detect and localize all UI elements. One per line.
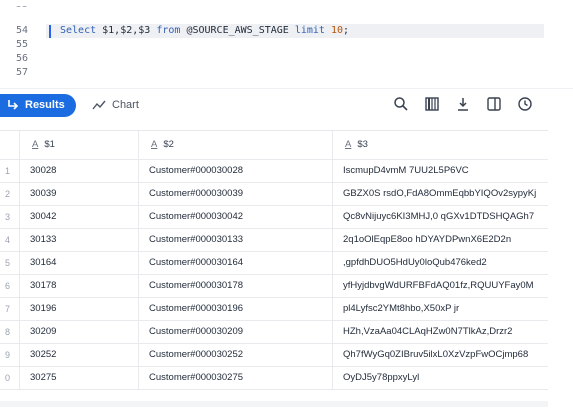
row-index-header <box>0 131 20 159</box>
grid-header-row: A $1 A $2 A $3 <box>0 131 548 160</box>
row-index: 7 <box>0 298 20 320</box>
column-name: $1 <box>44 139 55 150</box>
line-number: 56 <box>15 53 28 64</box>
column-name: $3 <box>357 139 368 150</box>
table-cell[interactable]: Customer#000030039 <box>139 183 333 205</box>
table-cell[interactable]: IscmupD4vmM 7UU2L5P6VC <box>333 160 548 182</box>
sql-editor[interactable]: 55 54 Select $1,$2,$3 from @SOURCE_AWS_S… <box>0 0 573 88</box>
table-cell[interactable]: GBZX0S rsdO,FdA8OmmEqbbYIQOv2sypyKj <box>333 183 548 205</box>
download-icon[interactable] <box>455 96 471 112</box>
tab-results-label: Results <box>25 99 65 111</box>
line-number: 55 <box>15 39 28 50</box>
table-cell[interactable]: HZh,VzaAa04CLAqHZw0N7TlkAz,Drzr2 <box>333 321 548 343</box>
table-row[interactable]: 8 30209 Customer#000030209 HZh,VzaAa04CL… <box>0 321 548 344</box>
table-cell[interactable]: 30196 <box>20 298 139 320</box>
editor-line: 55 <box>0 6 573 12</box>
tab-chart-label: Chart <box>112 99 139 111</box>
column-header-1[interactable]: A $1 <box>20 131 139 159</box>
table-cell[interactable]: Customer#000030178 <box>139 275 333 297</box>
row-index: 2 <box>0 183 20 205</box>
table-cell[interactable]: yfHyjdbvgWdURFBFdAQ01fz,RQUUYFay0M <box>333 275 548 297</box>
active-line-highlight[interactable]: Select $1,$2,$3 from @SOURCE_AWS_STAGE l… <box>46 24 544 38</box>
table-cell[interactable]: Customer#000030196 <box>139 298 333 320</box>
columns-icon[interactable] <box>424 96 440 112</box>
editor-line[interactable]: 57 <box>0 66 573 80</box>
code-end: ; <box>343 25 350 36</box>
chart-line-icon <box>92 100 106 110</box>
row-index: 3 <box>0 206 20 228</box>
code-text[interactable]: Select $1,$2,$3 from @SOURCE_AWS_STAGE l… <box>60 24 349 38</box>
table-cell[interactable]: OyDJ5y78ppxyLyl <box>333 367 548 389</box>
table-row[interactable]: 7 30196 Customer#000030196 pl4Lyfsc2YMt8… <box>0 298 548 321</box>
editor-line[interactable]: 56 <box>0 52 573 66</box>
row-index: 9 <box>0 344 20 366</box>
keyword-from: from <box>156 25 181 36</box>
table-cell[interactable]: 30042 <box>20 206 139 228</box>
table-cell[interactable]: Customer#000030042 <box>139 206 333 228</box>
search-icon[interactable] <box>393 96 409 112</box>
line-number: 57 <box>15 67 28 78</box>
code-stage: @SOURCE_AWS_STAGE <box>180 25 295 36</box>
split-view-icon[interactable] <box>486 96 502 112</box>
table-cell[interactable]: 30164 <box>20 252 139 274</box>
row-index: 4 <box>0 229 20 251</box>
table-cell[interactable]: pl4Lyfsc2YMt8hbo,X50xP jr <box>333 298 548 320</box>
text-cursor <box>49 25 51 38</box>
text-type-icon: A <box>345 139 352 150</box>
table-row[interactable]: 9 30252 Customer#000030252 Qh7fWyGq0ZIBr… <box>0 344 548 367</box>
table-cell[interactable]: ,gpfdhDUO5HdUy0loQub476ked2 <box>333 252 548 274</box>
table-cell[interactable]: 2q1oOlEqpE8oo hDYAYDPwnX6E2D2n <box>333 229 548 251</box>
table-row[interactable]: 5 30164 Customer#000030164 ,gpfdhDUO5HdU… <box>0 252 548 275</box>
history-icon[interactable] <box>517 96 533 112</box>
row-index: 0 <box>0 367 20 389</box>
code-columns: $1,$2,$3 <box>96 25 157 36</box>
table-row[interactable]: 4 30133 Customer#000030133 2q1oOlEqpE8oo… <box>0 229 548 252</box>
table-row[interactable]: 0 30275 Customer#000030275 OyDJ5y78ppxyL… <box>0 367 548 390</box>
table-cell[interactable]: 30209 <box>20 321 139 343</box>
tab-chart[interactable]: Chart <box>92 94 152 117</box>
line-number: 54 <box>15 25 28 36</box>
table-row[interactable]: 3 30042 Customer#000030042 Qc8vNijuyc6KI… <box>0 206 548 229</box>
table-cell[interactable]: 30275 <box>20 367 139 389</box>
keyword-select: Select <box>60 25 97 36</box>
editor-line[interactable]: 55 <box>0 38 573 52</box>
table-cell[interactable]: Customer#000030209 <box>139 321 333 343</box>
table-cell[interactable]: 30178 <box>20 275 139 297</box>
table-cell[interactable]: Qh7fWyGq0ZIBruv5ilxL0XzVzpFwOCjmp68 <box>333 344 548 366</box>
column-header-2[interactable]: A $2 <box>139 131 333 159</box>
table-row[interactable]: 6 30178 Customer#000030178 yfHyjdbvgWdUR… <box>0 275 548 298</box>
table-cell[interactable]: 30133 <box>20 229 139 251</box>
text-type-icon: A <box>151 139 158 150</box>
table-cell[interactable]: Customer#000030275 <box>139 367 333 389</box>
column-name: $2 <box>163 139 174 150</box>
text-type-icon: A <box>32 139 39 150</box>
table-cell[interactable]: Customer#000030133 <box>139 229 333 251</box>
tab-results[interactable]: Results <box>0 94 76 117</box>
table-cell[interactable]: Customer#000030164 <box>139 252 333 274</box>
table-cell[interactable]: 30028 <box>20 160 139 182</box>
table-cell[interactable]: Customer#000030252 <box>139 344 333 366</box>
row-index: 6 <box>0 275 20 297</box>
table-row[interactable]: 2 30039 Customer#000030039 GBZX0S rsdO,F… <box>0 183 548 206</box>
row-index: 5 <box>0 252 20 274</box>
line-number: 55 <box>0 6 28 12</box>
table-cell[interactable]: Customer#000030028 <box>139 160 333 182</box>
table-cell[interactable]: 30039 <box>20 183 139 205</box>
table-row[interactable]: 1 30028 Customer#000030028 IscmupD4vmM 7… <box>0 160 548 183</box>
table-cell[interactable]: 30252 <box>20 344 139 366</box>
column-header-3[interactable]: A $3 <box>333 131 548 159</box>
return-arrow-icon <box>8 100 19 110</box>
horizontal-scrollbar[interactable] <box>0 401 548 407</box>
row-index: 1 <box>0 160 20 182</box>
limit-value: 10 <box>330 25 344 36</box>
keyword-limit: limit <box>294 25 325 36</box>
row-index: 8 <box>0 321 20 343</box>
table-cell[interactable]: Qc8vNijuyc6KI3MHJ,0 qGXv1DTDSHQAGh7 <box>333 206 548 228</box>
results-grid[interactable]: A $1 A $2 A $3 1 30028 Customer#000030028 I… <box>0 130 548 400</box>
